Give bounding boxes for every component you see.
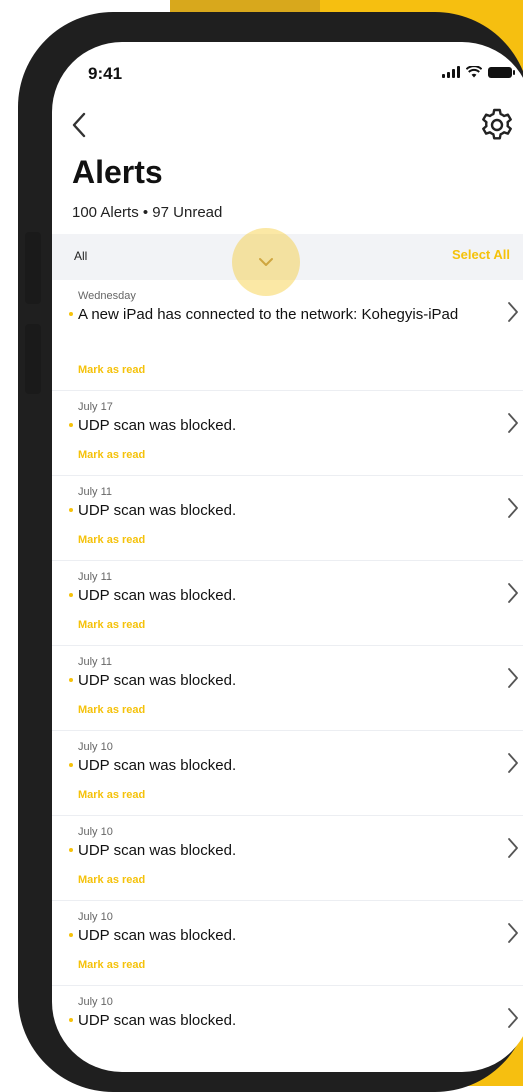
phone-screen: 9:41 Alerts 100 Alerts • 97 Unread All S… xyxy=(52,42,523,1072)
mark-as-read-link[interactable]: Mark as read xyxy=(78,364,145,376)
volume-down-button xyxy=(25,324,41,394)
alert-date: July 10 xyxy=(78,741,113,753)
alert-date: July 10 xyxy=(78,996,113,1008)
alert-row[interactable]: July 10 UDP scan was blocked. Mark as re… xyxy=(52,731,523,816)
gear-icon xyxy=(482,108,512,140)
unread-dot xyxy=(69,678,73,682)
alert-message: UDP scan was blocked. xyxy=(78,842,237,859)
status-time: 9:41 xyxy=(88,64,123,83)
alert-date: July 10 xyxy=(78,911,113,923)
alert-row[interactable]: July 11 UDP scan was blocked. Mark as re… xyxy=(52,561,523,646)
unread-dot xyxy=(69,1018,73,1022)
select-all-button[interactable]: Select All xyxy=(452,247,510,262)
mark-as-read-link[interactable]: Mark as read xyxy=(78,789,145,801)
filter-bar: All Select All xyxy=(52,228,523,296)
chevron-right-icon xyxy=(508,753,518,773)
alert-row[interactable]: July 10 UDP scan was blocked. xyxy=(52,986,523,1071)
alert-message: A new iPad has connected to the network:… xyxy=(78,306,459,323)
alert-message: UDP scan was blocked. xyxy=(78,1012,237,1029)
alert-message: UDP scan was blocked. xyxy=(78,757,237,774)
back-chevron-icon xyxy=(72,112,86,138)
unread-dot xyxy=(69,312,73,316)
alert-list: Wednesday A new iPad has connected to th… xyxy=(52,280,523,1071)
chevron-right-icon xyxy=(508,668,518,688)
volume-up-button xyxy=(25,232,41,304)
back-button[interactable] xyxy=(64,108,94,142)
unread-dot xyxy=(69,848,73,852)
settings-button[interactable] xyxy=(478,106,516,144)
alert-row[interactable]: July 10 UDP scan was blocked. Mark as re… xyxy=(52,816,523,901)
chevron-right-icon xyxy=(508,923,518,943)
mark-as-read-link[interactable]: Mark as read xyxy=(78,449,145,461)
alert-row[interactable]: Wednesday A new iPad has connected to th… xyxy=(52,280,523,391)
status-bar: 9:41 xyxy=(52,42,523,102)
chevron-right-icon xyxy=(508,302,518,322)
alert-message: UDP scan was blocked. xyxy=(78,417,237,434)
chevron-right-icon xyxy=(508,413,518,433)
filter-label[interactable]: All xyxy=(74,249,87,263)
unread-dot xyxy=(69,508,73,512)
unread-dot xyxy=(69,593,73,597)
alert-date: July 17 xyxy=(78,401,113,413)
mark-as-read-link[interactable]: Mark as read xyxy=(78,959,145,971)
status-icons xyxy=(442,66,515,78)
alert-message: UDP scan was blocked. xyxy=(78,927,237,944)
chevron-down-icon xyxy=(259,258,273,266)
alerts-summary: 100 Alerts • 97 Unread xyxy=(72,204,223,221)
chevron-right-icon xyxy=(508,583,518,603)
alert-row[interactable]: July 17 UDP scan was blocked. Mark as re… xyxy=(52,391,523,476)
alert-date: July 11 xyxy=(78,486,113,498)
chevron-right-icon xyxy=(508,1008,518,1028)
chevron-right-icon xyxy=(508,838,518,858)
chevron-right-icon xyxy=(508,498,518,518)
alert-date: Wednesday xyxy=(78,290,136,302)
mark-as-read-link[interactable]: Mark as read xyxy=(78,874,145,886)
alert-row[interactable]: July 10 UDP scan was blocked. Mark as re… xyxy=(52,901,523,986)
unread-dot xyxy=(69,423,73,427)
page-title: Alerts xyxy=(72,154,163,190)
cellular-signal-icon xyxy=(442,66,460,78)
mark-as-read-link[interactable]: Mark as read xyxy=(78,534,145,546)
alert-date: July 11 xyxy=(78,571,113,583)
phone-frame: 9:41 Alerts 100 Alerts • 97 Unread All S… xyxy=(18,12,523,1092)
alert-message: UDP scan was blocked. xyxy=(78,502,237,519)
alert-message: UDP scan was blocked. xyxy=(78,672,237,689)
mark-as-read-link[interactable]: Mark as read xyxy=(78,619,145,631)
unread-dot xyxy=(69,763,73,767)
battery-icon xyxy=(488,66,515,78)
unread-dot xyxy=(69,933,73,937)
alert-date: July 11 xyxy=(78,656,113,668)
mark-as-read-link[interactable]: Mark as read xyxy=(78,704,145,716)
alert-row[interactable]: July 11 UDP scan was blocked. Mark as re… xyxy=(52,476,523,561)
alert-date: July 10 xyxy=(78,826,113,838)
alert-message: UDP scan was blocked. xyxy=(78,587,237,604)
alert-row[interactable]: July 11 UDP scan was blocked. Mark as re… xyxy=(52,646,523,731)
wifi-icon xyxy=(466,66,482,78)
